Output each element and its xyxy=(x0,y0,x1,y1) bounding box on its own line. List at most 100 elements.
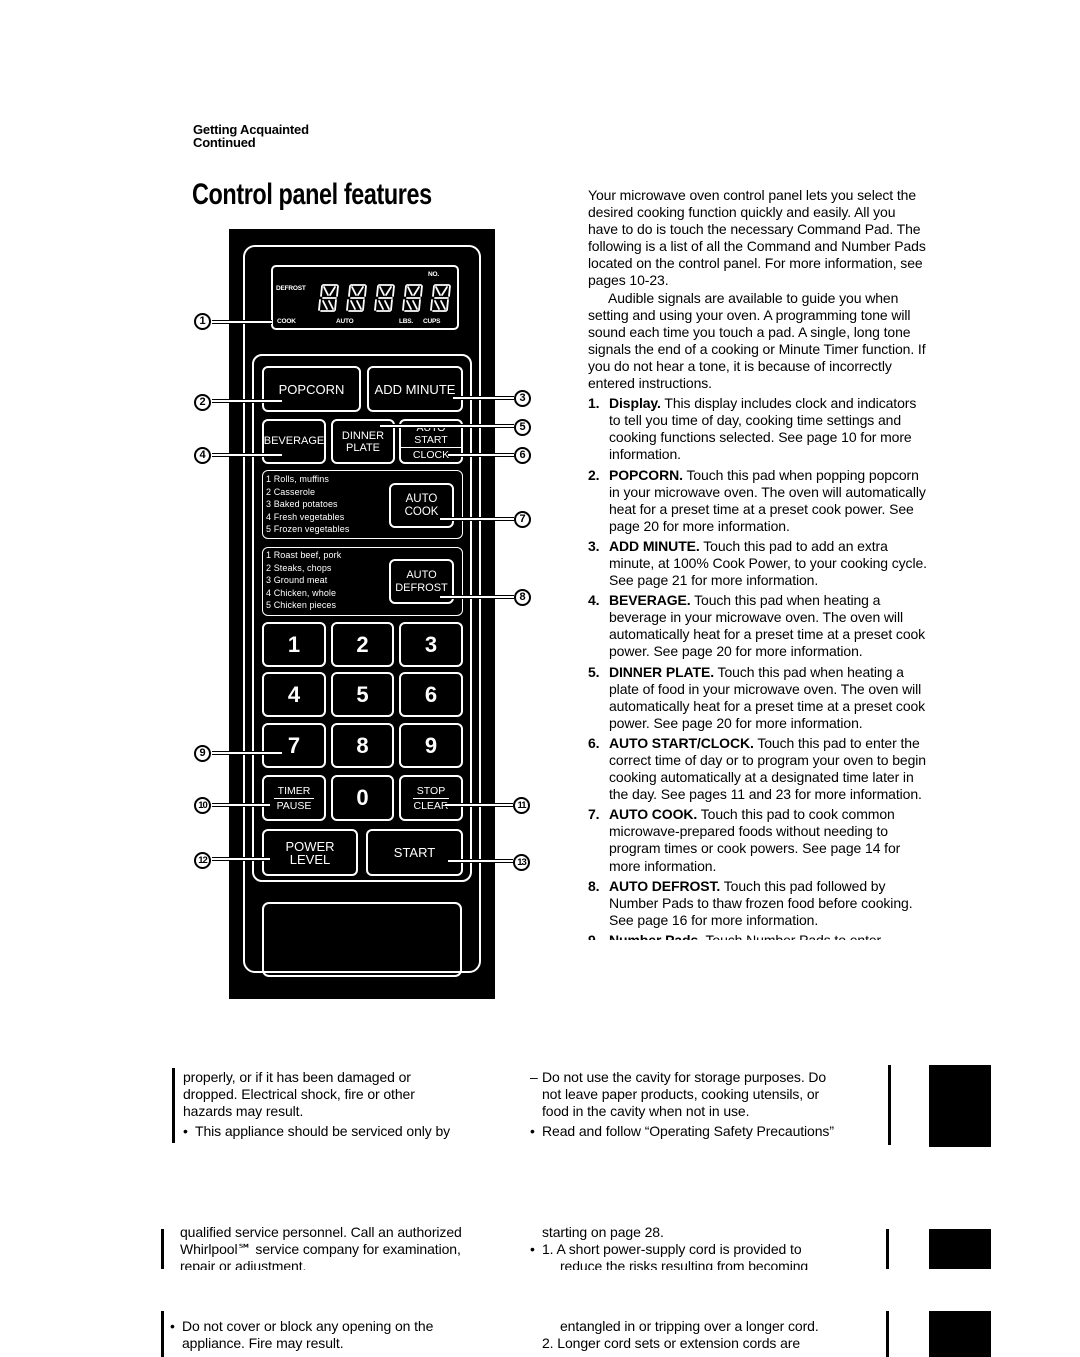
thumb-tab xyxy=(929,1065,991,1147)
feature-name: POPCORN. xyxy=(609,466,683,483)
number-7-button[interactable]: 7 xyxy=(262,723,326,768)
warning-fragment-right-b: starting on page 28. 1. A short power-su… xyxy=(530,1224,890,1270)
power-level-button[interactable]: POWER LEVEL xyxy=(262,829,358,876)
number-5-button[interactable]: 5 xyxy=(331,672,394,717)
feature-name: ADD MINUTE. xyxy=(609,537,700,554)
menu-option: 5 Chicken pieces xyxy=(266,600,337,610)
number-9-button[interactable]: 9 xyxy=(399,723,463,768)
menu-option: 4 Chicken, whole xyxy=(266,587,337,598)
dinner-label: DINNER xyxy=(341,429,385,442)
feature-item: 1. Display. This display includes clock a… xyxy=(588,395,928,463)
display-label-no: NO. xyxy=(428,271,439,278)
auto-cook-label-2: COOK xyxy=(404,505,439,518)
segment-digit xyxy=(317,283,341,313)
text-line: Do not cover or block any opening on the xyxy=(182,1318,434,1334)
power-level-label: POWER LEVEL xyxy=(285,838,335,867)
callout-number-3: 3 xyxy=(514,390,531,407)
text-line: starting on page 28. xyxy=(542,1224,664,1240)
number-3-button[interactable]: 3 xyxy=(399,622,463,667)
feature-number: 6. xyxy=(588,734,600,751)
feature-number: 3. xyxy=(588,537,600,554)
number-6-label: 6 xyxy=(424,681,438,707)
number-2-label: 2 xyxy=(356,631,369,657)
feature-number: 2. xyxy=(588,466,600,483)
number-3-label: 3 xyxy=(424,631,438,657)
auto-defrost-menu: 1 Roast beef, pork 2 Steaks, chops 3 Groun… xyxy=(266,549,341,612)
callout-leader-line xyxy=(212,320,272,324)
segment-glyph-icon xyxy=(318,284,339,312)
feature-item: 5. DINNER PLATE. Touch this pad when heat… xyxy=(588,664,928,732)
bullet-item: 1. A short power-supply cord is provided… xyxy=(530,1241,890,1258)
margin-bar xyxy=(886,1311,889,1357)
number-8-label: 8 xyxy=(356,732,369,758)
thumb-tab xyxy=(929,1229,991,1269)
text-line: food in the cavity when not in use. xyxy=(542,1103,750,1119)
feature-item: 9. Number Pads. Touch Number Pads to ente… xyxy=(588,932,928,940)
feature-number: 5. xyxy=(588,663,600,680)
number-9-label: 9 xyxy=(424,732,438,758)
lower-window xyxy=(262,902,462,977)
popcorn-label: POPCORN xyxy=(278,381,345,397)
number-6-button[interactable]: 6 xyxy=(399,672,463,717)
intro-paragraph: Your microwave oven control panel lets y… xyxy=(588,187,926,289)
margin-bar xyxy=(888,1065,891,1145)
number-4-button[interactable]: 4 xyxy=(262,672,326,717)
feature-name: AUTO START/CLOCK. xyxy=(609,734,754,751)
auto-cook-label-1: AUTO xyxy=(405,492,438,505)
timer-pause-button[interactable]: TIMER PAUSE xyxy=(262,775,326,821)
feature-item: 7. AUTO COOK. Touch this pad to cook comm… xyxy=(588,806,928,874)
feature-list: 1. Display. This display includes clock a… xyxy=(588,395,928,940)
pause-label: PAUSE xyxy=(276,799,312,812)
text-line: qualified service personnel. Call an aut… xyxy=(180,1224,462,1240)
display-label-lbs: LBS. xyxy=(399,318,414,325)
margin-bar xyxy=(161,1229,164,1269)
popcorn-button[interactable]: POPCORN xyxy=(262,366,361,412)
feature-item: 6. AUTO START/CLOCK. Touch this pad to en… xyxy=(588,735,928,803)
feature-name: Number Pads. xyxy=(609,931,702,940)
stop-clear-button[interactable]: STOP CLEAR xyxy=(399,775,463,821)
beverage-button[interactable]: BEVERAGE xyxy=(262,419,326,464)
margin-bar xyxy=(886,1229,889,1269)
thumb-tab xyxy=(929,1311,991,1357)
start-button[interactable]: START xyxy=(366,829,463,876)
auto-defrost-label-2: DEFROST xyxy=(395,581,448,594)
number-2-button[interactable]: 2 xyxy=(331,622,394,667)
menu-option: 5 Frozen vegetables xyxy=(266,524,350,534)
callout-leader-line xyxy=(445,803,513,807)
warning-fragment-left-b: qualified service personnel. Call an aut… xyxy=(180,1224,520,1270)
feature-number: 8. xyxy=(588,877,600,894)
margin-bar xyxy=(161,1311,164,1357)
callout-number-9: 9 xyxy=(194,745,211,762)
segment-digit xyxy=(429,283,453,313)
feature-item: 3. ADD MINUTE. Touch this pad to add an e… xyxy=(588,538,928,589)
callout-leader-line xyxy=(440,517,514,521)
warning-fragment-left-c: Do not cover or block any opening on the… xyxy=(170,1318,510,1352)
number-1-button[interactable]: 1 xyxy=(262,622,326,667)
callout-leader-line xyxy=(212,803,270,807)
text-line: Do not use the cavity for storage purpos… xyxy=(542,1069,827,1085)
number-5-label: 5 xyxy=(356,681,369,707)
segment-glyph-icon xyxy=(402,284,423,312)
number-0-button[interactable]: 0 xyxy=(331,775,394,821)
add-minute-button[interactable]: ADD MINUTE xyxy=(367,366,463,412)
text-line: repair or adjustment. xyxy=(180,1258,307,1270)
dash-item: – Do not use the cavity for storage purp… xyxy=(530,1069,890,1120)
callout-leader-line xyxy=(212,399,282,403)
warning-fragment-right-a: – Do not use the cavity for storage purp… xyxy=(530,1069,890,1140)
callout-number-11: 11 xyxy=(513,797,530,814)
number-8-button[interactable]: 8 xyxy=(331,723,394,768)
segment-glyph-icon xyxy=(346,284,367,312)
menu-option: 3 Baked potatoes xyxy=(266,499,338,509)
callout-leader-line xyxy=(212,751,282,755)
control-panel-illustration: DEFROST COOK AUTO LBS. CUPS NO. POPCORN … xyxy=(229,229,495,999)
text-line: hazards may result. xyxy=(183,1103,304,1119)
clock-label: CLOCK xyxy=(412,449,450,461)
text-line: not leave paper products, cooking utensi… xyxy=(542,1086,820,1102)
callout-number-2: 2 xyxy=(194,394,211,411)
auto-cook-button[interactable]: AUTO COOK xyxy=(389,483,454,528)
number-4-label: 4 xyxy=(287,681,301,707)
feature-name: Display. xyxy=(609,395,661,412)
bullet-item: This appliance should be serviced only b… xyxy=(183,1123,523,1140)
segment-digits xyxy=(317,283,453,313)
clear-label: CLEAR xyxy=(413,799,449,812)
